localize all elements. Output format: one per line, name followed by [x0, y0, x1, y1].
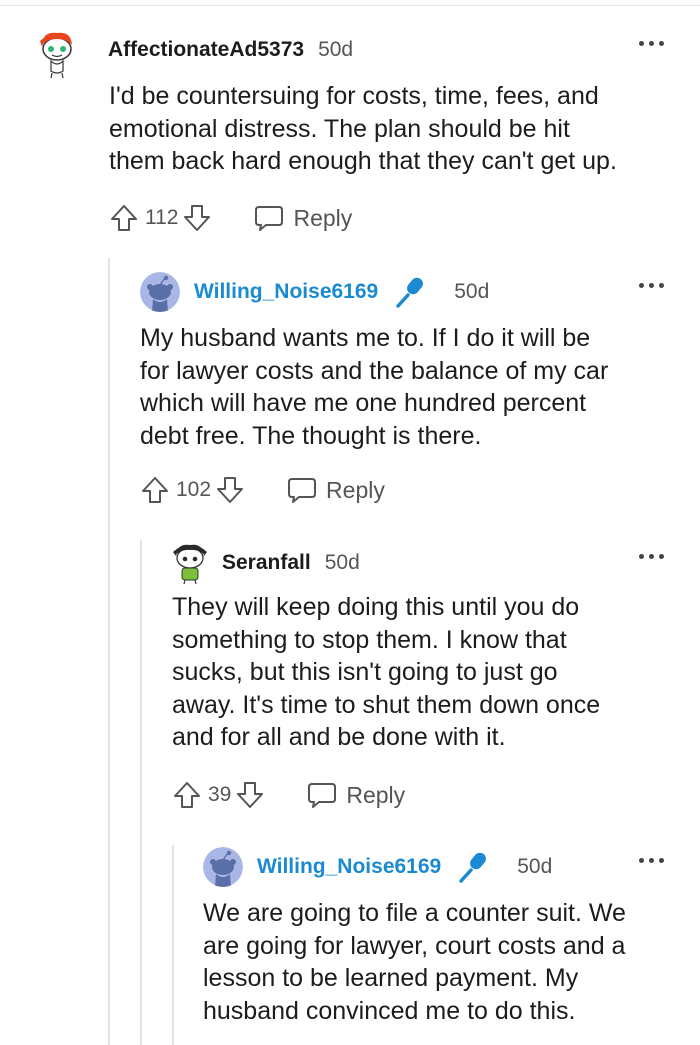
comment-line: emotional distress. The plan should be h…: [109, 114, 570, 143]
comment-timestamp: 50d: [517, 855, 553, 878]
more-options-icon[interactable]: [639, 280, 667, 290]
vote-count: 102: [176, 478, 212, 501]
comment-line: husband convinced me to do this.: [203, 996, 576, 1025]
comment-actions: 112 Reply: [109, 202, 352, 234]
comment-actions: 39 Reply: [172, 779, 405, 811]
thread-line[interactable]: [140, 540, 142, 1045]
comment-header: AffectionateAd5373 50d: [37, 30, 354, 79]
comment-body: They will keep doing this until you do s…: [172, 591, 667, 754]
comment-line: lesson to be learned payment. My: [203, 964, 579, 992]
more-options-icon[interactable]: [639, 38, 667, 48]
comment-line: They will keep doing this until you do: [172, 593, 580, 621]
comment-body: We are going to file a counter suit. We …: [203, 897, 667, 1027]
comment-line: something to stop them. I know that: [172, 625, 567, 654]
comment-username[interactable]: Willing_Noise6169: [194, 280, 378, 304]
comment-line: sucks, but this isn't going to just go: [172, 658, 558, 686]
comment-actions: 102 Reply: [140, 474, 385, 506]
comment-line: are going for lawyer, court costs and a: [203, 931, 626, 960]
comment-username[interactable]: Willing_Noise6169: [257, 855, 441, 879]
comment-timestamp: 50d: [318, 38, 354, 61]
comment: Seranfall 50d They will keep doing this …: [172, 543, 667, 828]
comment-line: debt free. The thought is there.: [140, 421, 482, 450]
upvote-icon[interactable]: [109, 203, 139, 233]
comment-body: My husband wants me to. If I do it will …: [140, 322, 667, 452]
thread-line[interactable]: [172, 845, 174, 1045]
snoo-avatar-default-icon[interactable]: [203, 847, 243, 887]
microphone-icon: [396, 277, 424, 308]
reply-bubble-icon: [255, 206, 284, 231]
more-options-icon[interactable]: [639, 551, 667, 561]
reply-label: Reply: [326, 476, 385, 503]
comment-header: Willing_Noise6169 50d: [140, 272, 489, 312]
snoo-avatar-dark-hair-icon[interactable]: [172, 542, 208, 584]
reply-bubble-icon: [288, 478, 317, 503]
comment-timestamp: 50d: [324, 551, 360, 574]
snoo-avatar-red-hair-icon[interactable]: [37, 27, 77, 79]
comment-line: for lawyer costs and the balance of my c…: [140, 356, 609, 385]
comment-body: I'd be countersuing for costs, time, fee…: [109, 80, 689, 178]
comment: Willing_Noise6169 50d We are going to fi…: [203, 847, 667, 1037]
more-options-icon[interactable]: [639, 855, 667, 865]
downvote-icon[interactable]: [215, 475, 245, 505]
comment-line: and for all and be done with it.: [172, 723, 506, 751]
comment-header: Seranfall 50d: [172, 542, 360, 584]
reply-label: Reply: [293, 204, 353, 231]
upvote-icon[interactable]: [172, 780, 202, 810]
reply-button[interactable]: Reply: [254, 204, 352, 232]
comment-line: away. It's time to shut them down once: [172, 690, 601, 719]
comment-username[interactable]: Seranfall: [222, 551, 311, 575]
reply-button[interactable]: Reply: [307, 781, 405, 809]
reply-label: Reply: [346, 781, 406, 808]
downvote-icon[interactable]: [182, 203, 212, 233]
vote-count: 112: [145, 206, 179, 229]
upvote-icon[interactable]: [140, 475, 170, 505]
comment: Willing_Noise6169 50d My husband wants m…: [140, 272, 667, 522]
microphone-icon: [459, 852, 487, 883]
comment-line: I'd be countersuing for costs, time, fee…: [109, 82, 599, 110]
thread-line[interactable]: [108, 258, 110, 1045]
comment-line: which will have me one hundred percent: [140, 389, 587, 417]
reply-bubble-icon: [308, 783, 337, 808]
vote-count: 39: [208, 783, 232, 806]
comment-line: We are going to file a counter suit. We: [203, 899, 626, 927]
comment-line: them back hard enough that they can't ge…: [109, 147, 617, 175]
comment-timestamp: 50d: [454, 280, 490, 303]
comment-username[interactable]: AffectionateAd5373: [108, 38, 304, 62]
reply-button[interactable]: Reply: [287, 476, 385, 504]
comment-header: Willing_Noise6169 50d: [203, 847, 552, 887]
downvote-icon[interactable]: [235, 780, 265, 810]
top-divider: [0, 5, 700, 6]
comment-line: My husband wants me to. If I do it will …: [140, 324, 591, 352]
comment: AffectionateAd5373 50d I'd be countersui…: [37, 30, 667, 245]
snoo-avatar-default-icon[interactable]: [140, 272, 180, 312]
